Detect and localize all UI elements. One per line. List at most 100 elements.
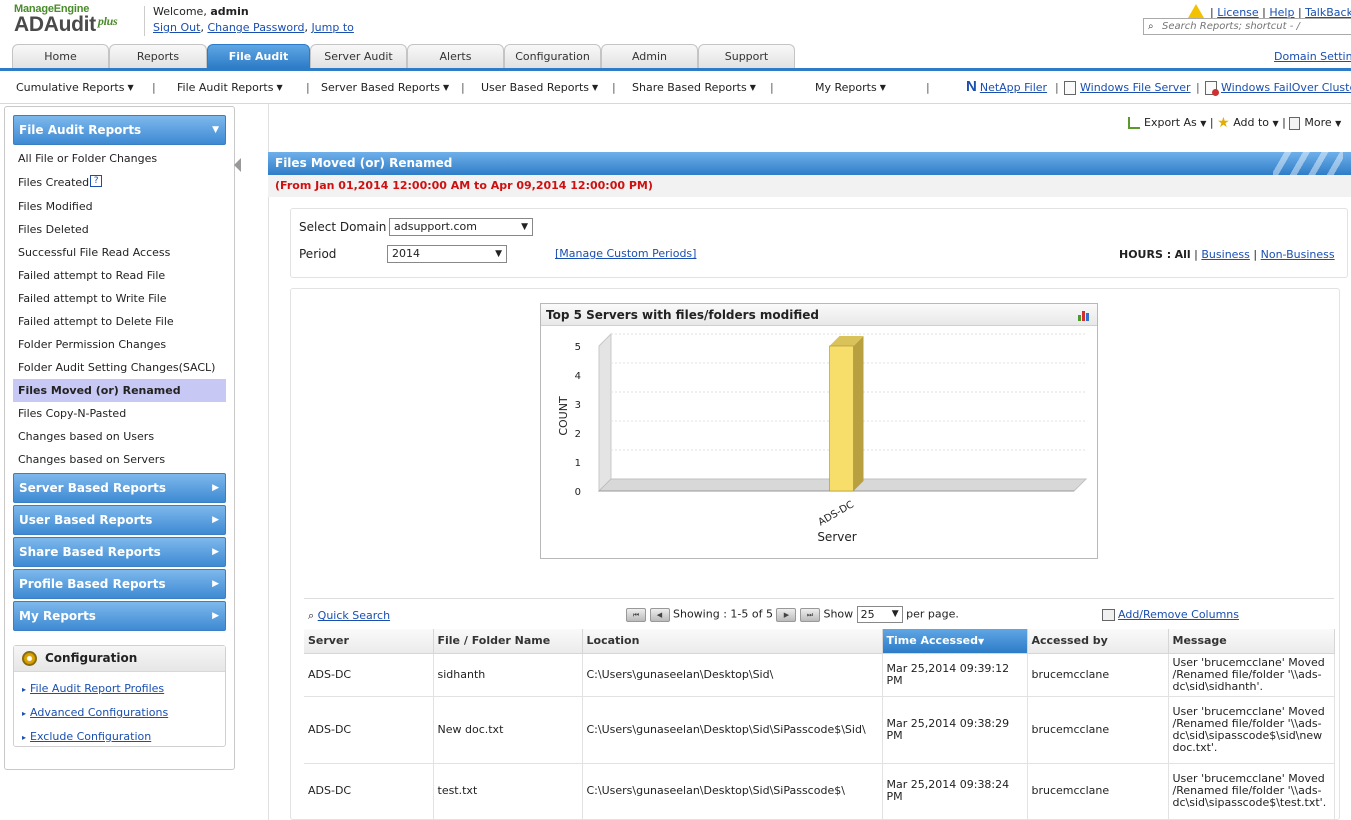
sidebar-section-file-audit-reports[interactable]: File Audit Reports ▼ xyxy=(13,115,226,145)
tab-file-audit[interactable]: File Audit xyxy=(207,44,310,68)
subnav-share-based-reports[interactable]: Share Based Reports ▼ xyxy=(632,81,756,94)
sidebar-item-files-deleted[interactable]: Files Deleted xyxy=(13,218,226,241)
chart-box: Top 5 Servers with files/folders modifie… xyxy=(540,303,1098,559)
cell-accessed-by: brucemcclane xyxy=(1027,696,1169,764)
tab-admin[interactable]: Admin xyxy=(601,44,698,68)
period-select[interactable]: 2014 ▼ xyxy=(387,245,507,263)
subnav-file-audit-reports[interactable]: File Audit Reports ▼ xyxy=(177,81,283,94)
export-as-button[interactable]: Export As ▼ xyxy=(1128,116,1206,129)
report-search-input[interactable] xyxy=(1162,20,1347,33)
sidebar-item-files-copy-n-pasted[interactable]: Files Copy-N-Pasted xyxy=(13,402,226,425)
sidebar-item-changes-based-on-servers[interactable]: Changes based on Servers xyxy=(13,448,226,471)
hours-all-option[interactable]: All xyxy=(1175,248,1191,261)
windows-file-server-link[interactable]: Windows File Server xyxy=(1064,81,1191,95)
more-button[interactable]: More ▼ xyxy=(1289,116,1341,130)
cell-file-folder-name: sidhanth xyxy=(433,653,583,697)
tab-home[interactable]: Home xyxy=(12,44,109,68)
adaudit-logo[interactable]: ManageEngine ADAudit plus xyxy=(14,3,118,35)
help-icon[interactable]: ? xyxy=(90,175,103,187)
sidebar-item-failed-delete-file[interactable]: Failed attempt to Delete File xyxy=(13,310,226,333)
sidebar-section-share-based-reports[interactable]: Share Based Reports ▶ xyxy=(13,537,226,567)
subnav-server-based-reports[interactable]: Server Based Reports ▼ xyxy=(321,81,449,94)
first-page-icon[interactable]: ⏮ xyxy=(626,607,646,622)
sidebar-item-successful-file-read-access[interactable]: Successful File Read Access xyxy=(13,241,226,264)
warning-icon[interactable] xyxy=(1188,4,1204,18)
sidebar-section-profile-based-reports[interactable]: Profile Based Reports ▶ xyxy=(13,569,226,599)
sidebar-section-label: Server Based Reports xyxy=(19,481,167,495)
subnav-cumulative-reports[interactable]: Cumulative Reports ▼ xyxy=(16,81,134,94)
sidebar-item-files-moved-or-renamed[interactable]: Files Moved (or) Renamed xyxy=(13,379,226,402)
sign-out-link[interactable]: Sign Out xyxy=(153,21,200,34)
config-link-advanced-configurations[interactable]: ▸ Advanced Configurations xyxy=(22,706,168,719)
subnav-separator: | xyxy=(612,81,616,94)
config-link-label[interactable]: Exclude Configuration xyxy=(30,730,151,743)
config-link-label[interactable]: File Audit Report Profiles xyxy=(30,682,164,695)
tab-alerts[interactable]: Alerts xyxy=(407,44,504,68)
chart-type-icon[interactable] xyxy=(1077,308,1091,322)
sidebar-section-server-based-reports[interactable]: Server Based Reports ▶ xyxy=(13,473,226,503)
sidebar-collapse-handle[interactable] xyxy=(234,158,241,172)
config-link-label[interactable]: Advanced Configurations xyxy=(30,706,168,719)
cell-time-accessed: Mar 25,2014 09:38:24 PM xyxy=(882,763,1028,820)
sidebar-item-folder-permission-changes[interactable]: Folder Permission Changes xyxy=(13,333,226,356)
sidebar-item-folder-audit-setting-changes[interactable]: Folder Audit Setting Changes(SACL) xyxy=(13,356,226,379)
tab-reports[interactable]: Reports xyxy=(109,44,207,68)
sidebar-section-my-reports[interactable]: My Reports ▶ xyxy=(13,601,226,631)
report-date-range: (From Jan 01,2014 12:00:00 AM to Apr 09,… xyxy=(268,175,1351,197)
windows-failover-cluster-link[interactable]: Windows FailOver Cluster xyxy=(1205,81,1351,96)
netapp-filer-label[interactable]: NetApp Filer xyxy=(980,81,1047,94)
change-password-link[interactable]: Change Password xyxy=(207,21,304,34)
chevron-down-icon: ▼ xyxy=(749,83,756,92)
header-divider xyxy=(144,6,145,36)
sidebar-section-user-based-reports[interactable]: User Based Reports ▶ xyxy=(13,505,226,535)
windows-failover-cluster-label[interactable]: Windows FailOver Cluster xyxy=(1221,81,1351,94)
next-page-icon[interactable]: ▶ xyxy=(776,607,797,622)
tab-configuration[interactable]: Configuration xyxy=(504,44,601,68)
add-to-button[interactable]: ★ Add to ▼ xyxy=(1217,115,1279,131)
column-header-server[interactable]: Server xyxy=(304,629,434,654)
tab-server-audit[interactable]: Server Audit xyxy=(310,44,407,68)
domain-select[interactable]: adsupport.com ▼ xyxy=(389,218,533,236)
subnav-user-based-reports[interactable]: User Based Reports ▼ xyxy=(481,81,598,94)
column-header-file-folder-name[interactable]: File / Folder Name xyxy=(433,629,583,654)
non-business-hours-link[interactable]: Non-Business xyxy=(1261,248,1335,261)
domain-settings-link[interactable]: Domain Settings xyxy=(1274,50,1351,63)
chart-y-tick-label: 1 xyxy=(575,458,581,469)
chart-y-tick-label: 2 xyxy=(575,429,581,440)
quick-search-link[interactable]: ⌕ Quick Search xyxy=(308,609,390,623)
tab-support[interactable]: Support xyxy=(698,44,795,68)
username: admin xyxy=(210,5,249,18)
jump-to-link[interactable]: Jump to xyxy=(311,21,353,34)
sidebar-item-failed-write-file[interactable]: Failed attempt to Write File xyxy=(13,287,226,310)
quick-search-label[interactable]: Quick Search xyxy=(318,609,390,622)
sidebar-item-files-created[interactable]: Files Created? xyxy=(13,171,226,194)
column-header-time-accessed[interactable]: Time Accessed▼ xyxy=(882,629,1028,654)
sidebar-item-changes-based-on-users[interactable]: Changes based on Users xyxy=(13,425,226,448)
add-remove-columns-label[interactable]: Add/Remove Columns xyxy=(1118,608,1239,621)
manage-custom-periods-link[interactable]: [Manage Custom Periods] xyxy=(555,247,696,260)
config-link-exclude-configuration[interactable]: ▸ Exclude Configuration xyxy=(22,730,151,743)
last-page-icon[interactable]: ⏭ xyxy=(799,607,820,622)
add-to-label: Add to xyxy=(1233,116,1270,129)
sidebar-item-failed-read-file[interactable]: Failed attempt to Read File xyxy=(13,264,226,287)
config-link-file-audit-report-profiles[interactable]: ▸ File Audit Report Profiles xyxy=(22,682,164,695)
column-header-accessed-by[interactable]: Accessed by xyxy=(1027,629,1169,654)
sidebar-item-files-modified[interactable]: Files Modified xyxy=(13,195,226,218)
netapp-filer-link[interactable]: N NetApp Filer xyxy=(966,78,1047,95)
sidebar-item-all-file-or-folder-changes[interactable]: All File or Folder Changes xyxy=(13,147,226,170)
cell-location: C:\Users\gunaseelan\Desktop\Sid\SiPassco… xyxy=(582,696,883,764)
search-icon: ⌕ xyxy=(308,609,315,622)
column-header-message[interactable]: Message xyxy=(1168,629,1335,654)
report-search[interactable]: ⌕ xyxy=(1143,18,1351,35)
per-page-label: per page. xyxy=(906,607,959,621)
prev-page-icon[interactable]: ◀ xyxy=(649,607,670,622)
chart-y-tick-label: 0 xyxy=(575,487,581,498)
report-table: Server File / Folder Name Location Time … xyxy=(304,629,1335,820)
page-size-select[interactable]: 25 ▼ xyxy=(856,606,903,623)
column-header-location[interactable]: Location xyxy=(582,629,883,654)
business-hours-link[interactable]: Business xyxy=(1201,248,1250,261)
windows-file-server-label[interactable]: Windows File Server xyxy=(1080,81,1191,94)
chart-header: Top 5 Servers with files/folders modifie… xyxy=(541,304,1097,326)
add-remove-columns-link[interactable]: Add/Remove Columns xyxy=(1102,608,1239,621)
subnav-my-reports[interactable]: My Reports ▼ xyxy=(815,81,886,94)
